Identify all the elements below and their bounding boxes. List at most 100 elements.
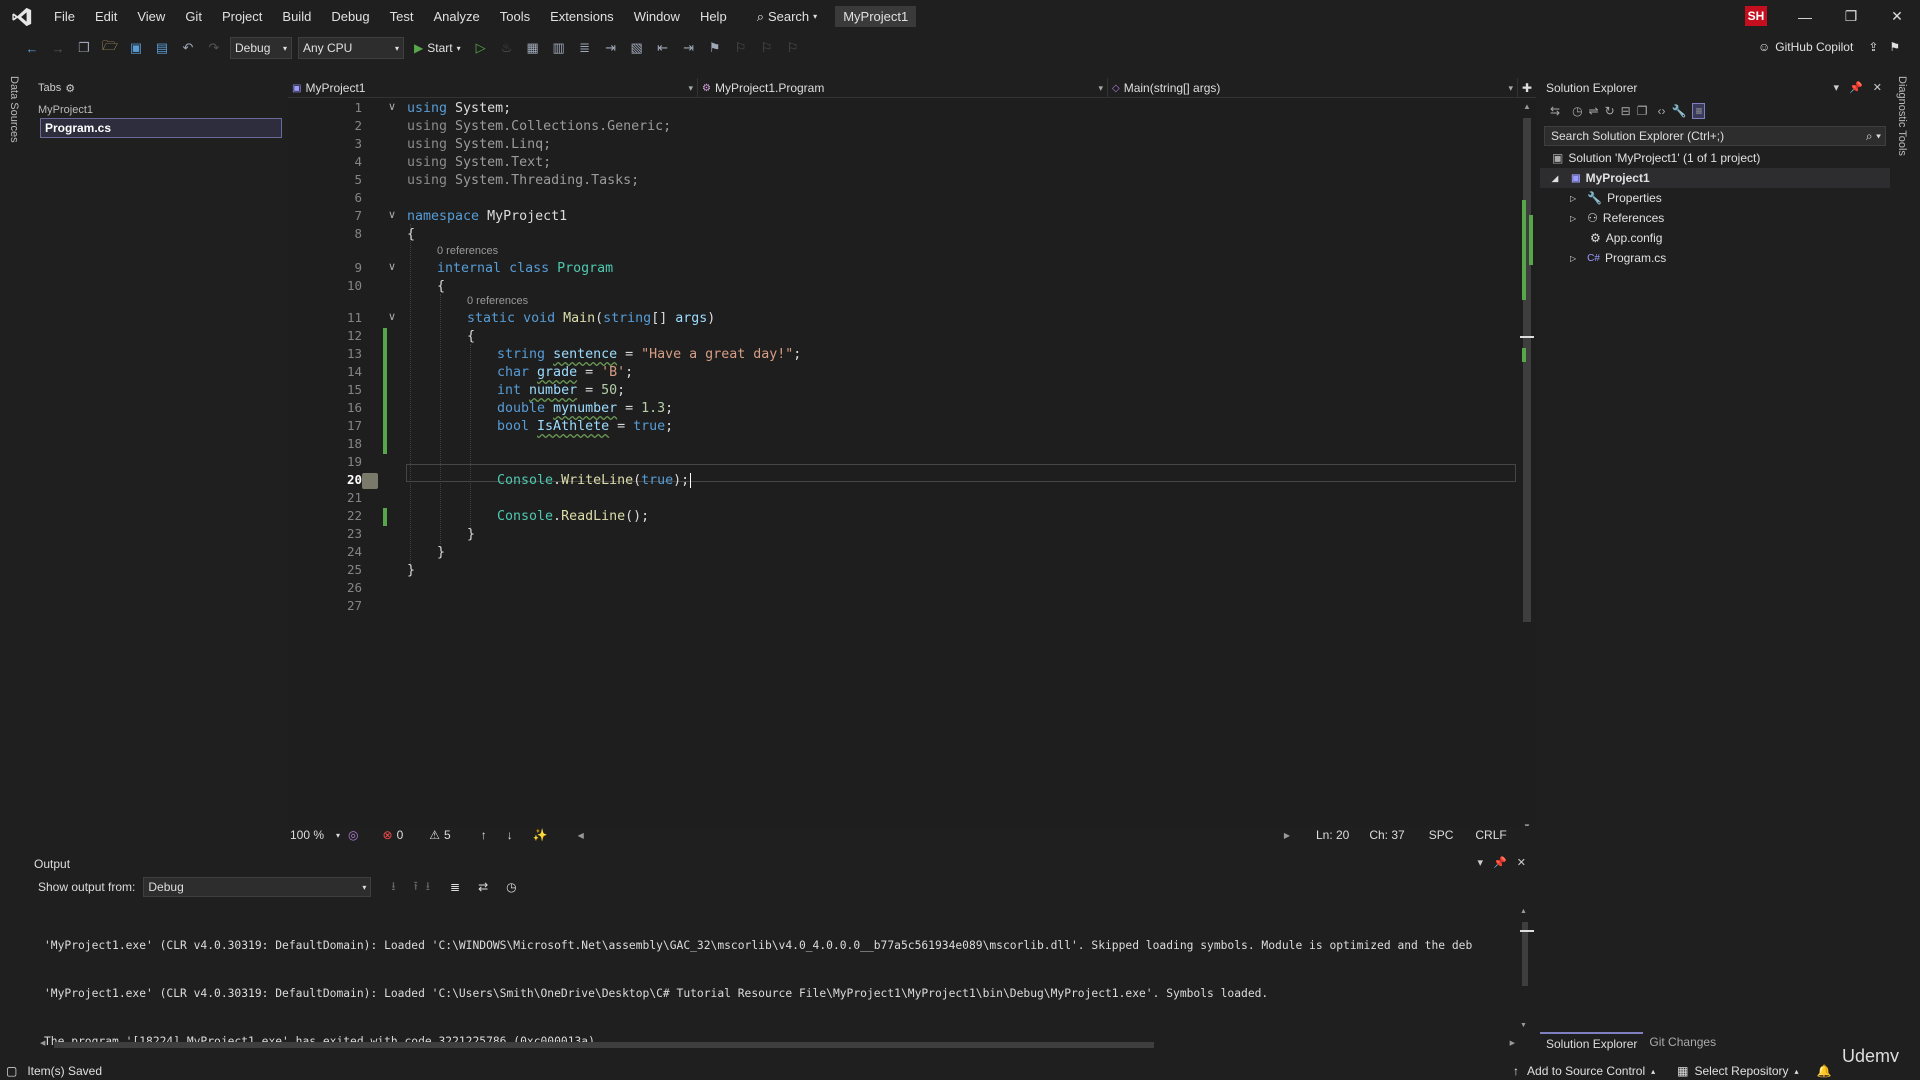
pin-icon[interactable]: 📌	[1493, 856, 1507, 869]
menu-build[interactable]: Build	[272, 0, 321, 33]
expand-arrow-icon[interactable]: ◢	[1552, 174, 1558, 183]
warning-count[interactable]: 5	[444, 828, 451, 842]
tab-solution-explorer[interactable]: Solution Explorer	[1540, 1032, 1644, 1052]
line-ending[interactable]: CRLF	[1475, 828, 1506, 842]
redo-icon[interactable]: ↷	[204, 38, 224, 58]
save-all-icon[interactable]: ▤	[152, 38, 172, 58]
view-code-icon[interactable]: ‹›	[1658, 104, 1666, 118]
project-name-badge[interactable]: MyProject1	[835, 6, 917, 27]
data-sources-tab[interactable]: Data Sources	[8, 76, 20, 143]
editor-vertical-scrollbar[interactable]: ▲ ▼	[1520, 100, 1534, 836]
line-position[interactable]: Ln: 20	[1316, 828, 1349, 842]
member-dropdown[interactable]: ◇ Main(string[] args) ▾	[1108, 78, 1518, 98]
menu-analyze[interactable]: Analyze	[423, 0, 489, 33]
tab-git-changes[interactable]: Git Changes	[1643, 1032, 1722, 1052]
collapse-arrow-icon[interactable]: ▷	[1570, 214, 1576, 223]
undo-icon[interactable]: ↶	[178, 38, 198, 58]
menu-view[interactable]: View	[127, 0, 175, 33]
open-file-icon[interactable]: 🗁	[100, 38, 120, 58]
pending-changes-icon[interactable]: ⇌	[1589, 104, 1599, 118]
navigate-back-icon[interactable]: ←	[22, 38, 42, 58]
previous-issue-icon[interactable]: ↑	[481, 828, 487, 842]
word-wrap-icon[interactable]: ⇄	[478, 880, 488, 894]
navigate-forward-icon[interactable]: →	[48, 38, 68, 58]
next-message-icon[interactable]: ⭳	[426, 877, 430, 898]
save-icon[interactable]: ▣	[126, 38, 146, 58]
menu-git[interactable]: Git	[175, 0, 212, 33]
output-horizontal-scrollbar[interactable]: ◀ ▶	[40, 1040, 1515, 1049]
menu-project[interactable]: Project	[212, 0, 272, 33]
class-dropdown[interactable]: ⚙ MyProject1.Program ▾	[698, 78, 1108, 98]
collapse-arrow-icon[interactable]: ▷	[1570, 254, 1576, 263]
scroll-left-icon[interactable]: ◀	[578, 831, 584, 840]
browse-icon[interactable]: ▦	[523, 38, 543, 58]
gear-icon[interactable]: ⚙	[65, 82, 75, 95]
collapse-all-icon[interactable]: ⊟	[1621, 104, 1631, 118]
clear-all-icon[interactable]: ≣	[450, 880, 460, 894]
intellicode-icon[interactable]: ◎	[348, 828, 358, 842]
tree-item-program-cs[interactable]: ▷ C# Program.cs	[1540, 248, 1890, 268]
refresh-icon[interactable]: ↻	[1605, 104, 1615, 118]
output-source-select[interactable]: Debug ▾	[143, 877, 372, 897]
start-without-debugging-icon[interactable]: ▷	[471, 38, 491, 58]
tree-item-references[interactable]: ▷ ⚇ References	[1540, 208, 1890, 228]
add-to-source-control-button[interactable]: Add to Source Control	[1527, 1064, 1645, 1078]
search-icon[interactable]: ⌕ ▾	[1866, 127, 1881, 145]
github-copilot-button[interactable]: ☺ GitHub Copilot ⇪ ⚑	[1758, 40, 1900, 54]
output-status-icon[interactable]: ▢	[6, 1064, 17, 1078]
error-count[interactable]: 0	[397, 828, 404, 842]
start-debugging-button[interactable]: ▶ Start ▾	[410, 41, 465, 55]
output-vertical-scrollbar[interactable]: ▲ ▼	[1520, 908, 1534, 1032]
prev-message-icon[interactable]: ⭱	[414, 877, 418, 898]
step-icon[interactable]: ⇥	[601, 38, 621, 58]
visual-studio-logo[interactable]	[0, 0, 44, 33]
new-project-icon[interactable]: ❐	[74, 38, 94, 58]
split-editor-icon[interactable]: ✚	[1518, 78, 1536, 98]
comment-icon[interactable]: ≣	[575, 38, 595, 58]
tree-item-properties[interactable]: ▷ 🔧 Properties	[1540, 188, 1890, 208]
close-window-button[interactable]: ✕	[1874, 0, 1920, 33]
codelens-references-class[interactable]: 0 references	[437, 245, 498, 257]
search-button[interactable]: ⌕ Search ▾	[747, 9, 828, 25]
diagnostic-tools-tab[interactable]: Diagnostic Tools	[1896, 76, 1908, 156]
close-icon[interactable]: ✕	[1517, 856, 1526, 869]
scroll-thumb[interactable]	[1523, 118, 1531, 622]
code-editor[interactable]: ▣ MyProject1 ▾ ⚙ MyProject1.Program ▾ ◇ …	[288, 78, 1536, 844]
scroll-thumb[interactable]	[54, 1042, 1154, 1048]
notifications-icon[interactable]: 🔔	[1817, 1064, 1832, 1078]
select-repository-button[interactable]: Select Repository	[1694, 1064, 1788, 1078]
project-dropdown[interactable]: ▣ MyProject1 ▾	[288, 78, 698, 98]
history-icon[interactable]: ◷	[1572, 104, 1582, 118]
share-icon[interactable]: ⇪	[1868, 40, 1878, 54]
scroll-up-icon[interactable]: ▲	[1523, 102, 1531, 111]
tab-program-cs[interactable]: Program.cs	[40, 118, 282, 138]
menu-tools[interactable]: Tools	[490, 0, 540, 33]
menu-edit[interactable]: Edit	[85, 0, 127, 33]
timestamp-icon[interactable]: ◷	[506, 880, 516, 894]
breakpoint-icon[interactable]: ▧	[627, 38, 647, 58]
outdent-icon[interactable]: ⇥	[679, 38, 699, 58]
menu-window[interactable]: Window	[624, 0, 690, 33]
feedback-icon[interactable]: ⚑	[1889, 40, 1900, 54]
output-text[interactable]: 'MyProject1.exe' (CLR v4.0.30319: Defaul…	[44, 906, 1528, 1080]
hot-reload-icon[interactable]: ♨	[497, 38, 517, 58]
menu-test[interactable]: Test	[380, 0, 424, 33]
tree-project-node[interactable]: ◢ ▣ MyProject1	[1540, 168, 1890, 188]
solution-configuration-select[interactable]: Debug ▾	[230, 37, 292, 59]
chevron-down-icon[interactable]: ▾	[1478, 856, 1484, 869]
zoom-level[interactable]: 100 %	[288, 828, 336, 842]
bookmark-clear-icon[interactable]: ⚐	[783, 38, 803, 58]
bookmark-icon[interactable]: ⚑	[705, 38, 725, 58]
scroll-right-icon[interactable]: ▶	[1284, 831, 1290, 840]
close-icon[interactable]: ✕	[1873, 78, 1882, 98]
indent-icon[interactable]: ⇤	[653, 38, 673, 58]
minimize-button[interactable]: —	[1782, 0, 1828, 33]
properties-icon[interactable]: 🔧	[1672, 104, 1687, 118]
bookmark-next-icon[interactable]: ⚐	[757, 38, 777, 58]
menu-extensions[interactable]: Extensions	[540, 0, 624, 33]
show-all-files-icon[interactable]: ❐	[1637, 104, 1648, 118]
layout-icon[interactable]: ▥	[549, 38, 569, 58]
restore-button[interactable]: ❐	[1828, 0, 1874, 33]
sync-with-document-icon[interactable]: ⇆	[1550, 104, 1560, 118]
collapse-arrow-icon[interactable]: ▷	[1570, 194, 1576, 203]
